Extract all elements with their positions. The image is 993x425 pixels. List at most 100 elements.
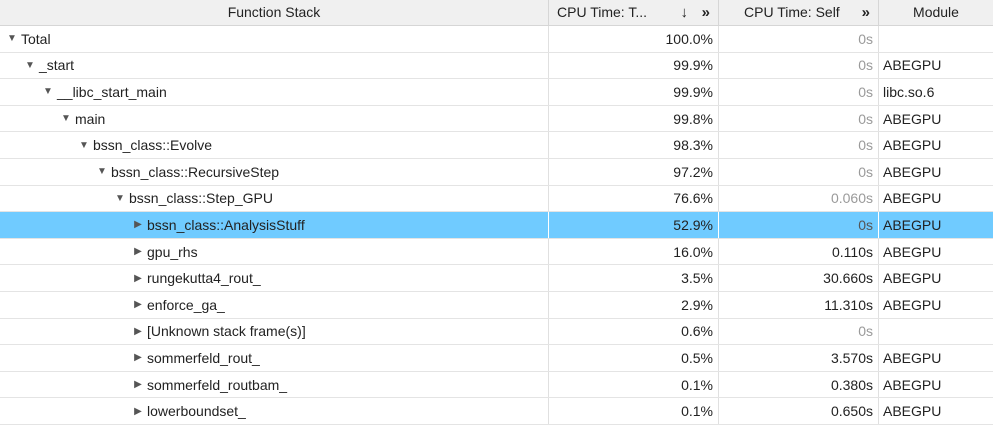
cpu-time-total-cell: 0.5% xyxy=(549,345,719,371)
column-header-cpu-time-self[interactable]: CPU Time: Self » xyxy=(719,0,879,25)
table-row[interactable]: ▶ rungekutta4_rout_ 3.5% 30.660s ABEGPU xyxy=(0,265,993,292)
module-cell: ABEGPU xyxy=(883,137,942,154)
cpu-time-self-cell: 0.110s xyxy=(719,238,879,265)
cpu-time-total-cell: 100.0% xyxy=(549,26,719,52)
module-cell: ABEGPU xyxy=(883,349,942,366)
grid-body: ▼ Total 100.0% 0s ▼ _start 99.9% 0s ABEGPU ▼ __lib… xyxy=(0,26,993,425)
function-cell: ▶ gpu_rhs xyxy=(0,238,549,265)
function-cell: ▼ bssn_class::Evolve xyxy=(0,132,549,158)
cpu-time-self-cell: 0s xyxy=(719,212,879,238)
module-cell: libc.so.6 xyxy=(883,83,935,100)
table-row[interactable]: ▶ sommerfeld_routbam_ 0.1% 0.380s ABEGPU xyxy=(0,371,993,399)
expand-column-icon[interactable]: » xyxy=(862,0,870,25)
function-cell: ▶ lowerboundset_ xyxy=(0,398,549,424)
expand-triangle-icon[interactable]: ▶ xyxy=(131,219,145,230)
expand-triangle-icon[interactable]: ▶ xyxy=(131,299,145,310)
cpu-time-self-cell: 3.570s xyxy=(719,345,879,371)
table-row[interactable]: ▼ __libc_start_main 99.9% 0s libc.so.6 xyxy=(0,79,993,106)
column-header-cpu-time-total[interactable]: CPU Time: T... ↓ » xyxy=(549,0,719,25)
function-name: __libc_start_main xyxy=(57,83,167,100)
function-name: _start xyxy=(39,57,75,74)
table-row[interactable]: ▼ main 99.8% 0s ABEGPU xyxy=(0,105,993,133)
cpu-time-self-cell: 30.660s xyxy=(719,265,879,291)
function-name: main xyxy=(75,110,106,127)
table-row[interactable]: ▶ gpu_rhs 16.0% 0.110s ABEGPU xyxy=(0,238,993,266)
module-cell: ABEGPU xyxy=(883,57,942,74)
table-row[interactable]: ▶ sommerfeld_rout_ 0.5% 3.570s ABEGPU xyxy=(0,345,993,372)
collapse-triangle-icon[interactable]: ▼ xyxy=(23,60,37,71)
cpu-time-total-cell: 16.0% xyxy=(549,238,719,265)
sort-descending-icon: ↓ xyxy=(680,4,689,21)
table-row[interactable]: ▼ bssn_class::RecursiveStep 97.2% 0s ABEGPU xyxy=(0,158,993,186)
function-cell: ▼ __libc_start_main xyxy=(0,79,549,105)
column-header-cpu-time-total-label: CPU Time: T... xyxy=(557,4,647,20)
cpu-time-total-cell: 0.1% xyxy=(549,371,719,398)
module-cell: ABEGPU xyxy=(883,163,942,180)
column-header-module[interactable]: Module xyxy=(879,0,993,25)
cpu-time-total-cell: 0.6% xyxy=(549,318,719,345)
cpu-time-self-cell: 11.310s xyxy=(719,291,879,318)
module-cell: ABEGPU xyxy=(883,270,942,287)
module-cell: ABEGPU xyxy=(883,376,942,393)
table-row[interactable]: ▼ Total 100.0% 0s xyxy=(0,26,993,53)
table-row[interactable]: ▶ [Unknown stack frame(s)] 0.6% 0s xyxy=(0,318,993,346)
collapse-triangle-icon[interactable]: ▼ xyxy=(59,113,73,124)
table-row[interactable]: ▶ bssn_class::AnalysisStuff 52.9% 0s ABEGPU xyxy=(0,212,993,239)
function-cell: ▶ sommerfeld_routbam_ xyxy=(0,371,549,398)
cpu-time-total-cell: 99.8% xyxy=(549,105,719,132)
table-row[interactable]: ▶ enforce_ga_ 2.9% 11.310s ABEGPU xyxy=(0,291,993,319)
column-header-cpu-time-self-label: CPU Time: Self xyxy=(744,4,840,20)
function-cell: ▼ _start xyxy=(0,52,549,79)
cpu-time-self-cell: 0s xyxy=(719,79,879,105)
cpu-time-self-cell: 0s xyxy=(719,105,879,132)
expand-column-icon[interactable]: » xyxy=(702,0,710,25)
expand-triangle-icon[interactable]: ▶ xyxy=(131,379,145,390)
function-name: lowerboundset_ xyxy=(147,403,246,420)
cpu-time-self-cell: 0s xyxy=(719,52,879,79)
table-row[interactable]: ▶ lowerboundset_ 0.1% 0.650s ABEGPU xyxy=(0,398,993,425)
function-cell: ▶ enforce_ga_ xyxy=(0,291,549,318)
module-cell: ABEGPU xyxy=(883,216,942,233)
collapse-triangle-icon[interactable]: ▼ xyxy=(95,166,109,177)
function-name: gpu_rhs xyxy=(147,243,198,260)
function-name: bssn_class::Step_GPU xyxy=(129,190,273,207)
function-name: enforce_ga_ xyxy=(147,296,225,313)
cpu-time-self-cell: 0.380s xyxy=(719,371,879,398)
function-cell: ▶ rungekutta4_rout_ xyxy=(0,265,549,291)
module-cell: ABEGPU xyxy=(883,190,942,207)
cpu-time-self-cell: 0.650s xyxy=(719,398,879,424)
function-cell: ▶ [Unknown stack frame(s)] xyxy=(0,318,549,345)
expand-triangle-icon[interactable]: ▶ xyxy=(131,246,145,257)
cpu-time-total-cell: 98.3% xyxy=(549,132,719,158)
expand-triangle-icon[interactable]: ▶ xyxy=(131,273,145,284)
cpu-time-self-cell: 0s xyxy=(719,26,879,52)
cpu-time-total-cell: 97.2% xyxy=(549,158,719,185)
cpu-time-self-cell: 0s xyxy=(719,158,879,185)
expand-triangle-icon[interactable]: ▶ xyxy=(131,352,145,363)
cpu-time-self-cell: 0s xyxy=(719,318,879,345)
table-row[interactable]: ▼ bssn_class::Step_GPU 76.6% 0.060s ABEGPU xyxy=(0,185,993,213)
expand-triangle-icon[interactable]: ▶ xyxy=(131,326,145,337)
table-row[interactable]: ▼ bssn_class::Evolve 98.3% 0s ABEGPU xyxy=(0,132,993,159)
module-cell: ABEGPU xyxy=(883,243,942,260)
function-cell: ▶ sommerfeld_rout_ xyxy=(0,345,549,371)
cpu-time-total-cell: 2.9% xyxy=(549,291,719,318)
module-cell: ABEGPU xyxy=(883,110,942,127)
collapse-triangle-icon[interactable]: ▼ xyxy=(5,33,19,44)
function-cell: ▼ bssn_class::Step_GPU xyxy=(0,185,549,212)
function-stack-grid: Function Stack CPU Time: T... ↓ » CPU Ti… xyxy=(0,0,993,425)
collapse-triangle-icon[interactable]: ▼ xyxy=(77,140,91,151)
collapse-triangle-icon[interactable]: ▼ xyxy=(41,86,55,97)
function-name: bssn_class::RecursiveStep xyxy=(111,163,280,180)
expand-triangle-icon[interactable]: ▶ xyxy=(131,406,145,417)
cpu-time-total-cell: 3.5% xyxy=(549,265,719,291)
function-name: sommerfeld_routbam_ xyxy=(147,376,288,393)
function-name: [Unknown stack frame(s)] xyxy=(147,323,306,340)
column-header-function-stack[interactable]: Function Stack xyxy=(0,0,549,25)
module-cell: ABEGPU xyxy=(883,403,942,420)
collapse-triangle-icon[interactable]: ▼ xyxy=(113,193,127,204)
cpu-time-self-cell: 0s xyxy=(719,132,879,158)
table-row[interactable]: ▼ _start 99.9% 0s ABEGPU xyxy=(0,52,993,80)
function-cell: ▼ Total xyxy=(0,26,549,52)
module-cell xyxy=(879,319,993,345)
